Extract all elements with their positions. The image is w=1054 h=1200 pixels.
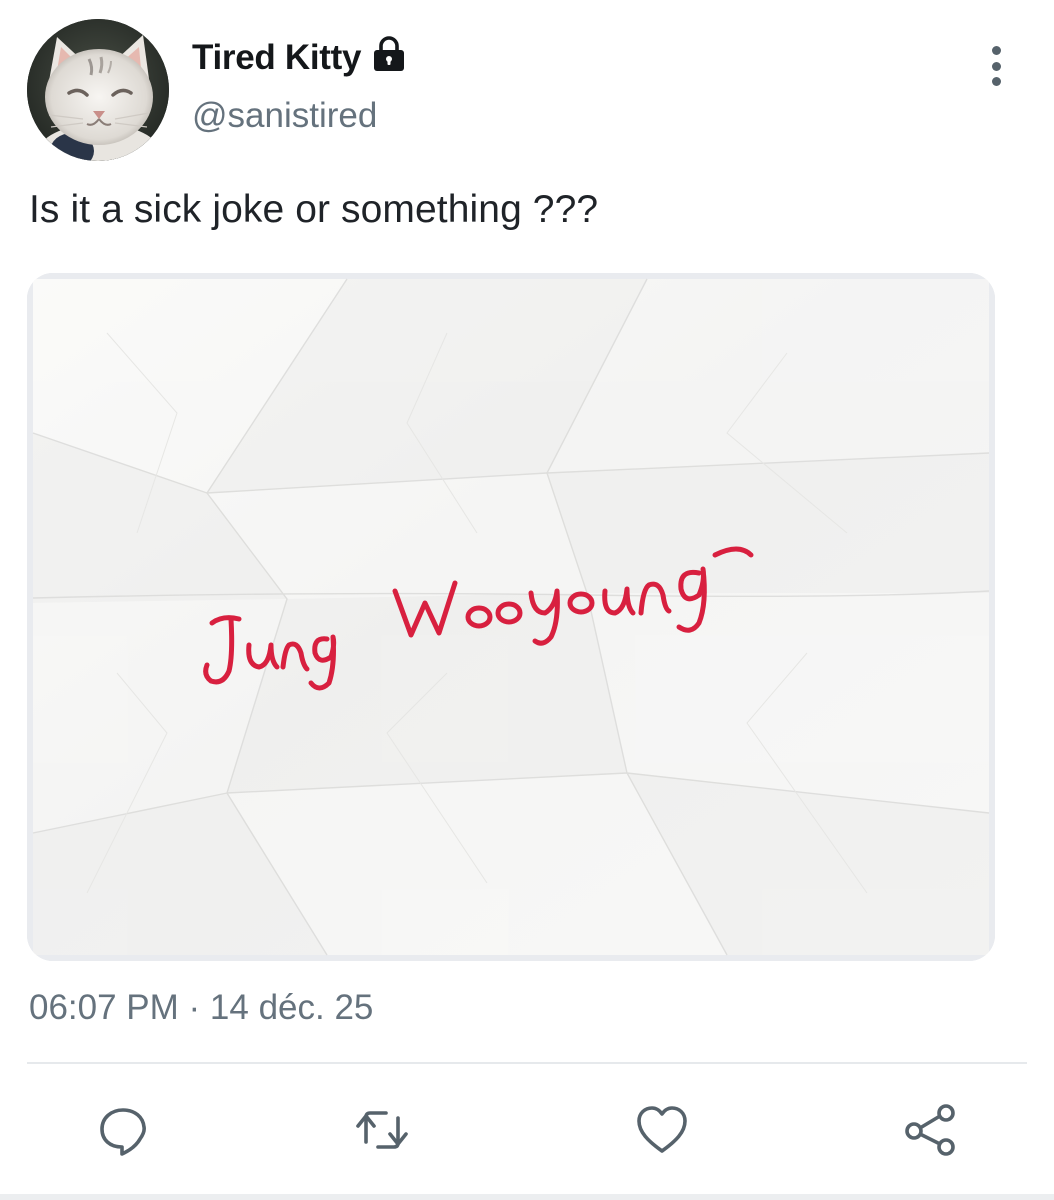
author-handle[interactable]: @sanistired — [192, 96, 377, 136]
author-name-row: Tired Kitty — [192, 34, 407, 82]
display-name[interactable]: Tired Kitty — [192, 38, 361, 78]
tweet-card: Tired Kitty @sanistired Is it a sick jok… — [0, 0, 1054, 1200]
crumpled-paper-image — [27, 273, 995, 961]
retweet-button[interactable] — [352, 1100, 412, 1160]
lock-icon — [371, 35, 407, 77]
cat-avatar-icon — [27, 19, 169, 161]
divider — [27, 1062, 1027, 1064]
tweet-text: Is it a sick joke or something ??? — [29, 188, 599, 231]
bottom-bar — [0, 1194, 1054, 1200]
tweet-timestamp[interactable]: 06:07 PM · 14 déc. 25 — [29, 988, 373, 1028]
like-icon — [637, 1106, 687, 1153]
reply-icon — [100, 1108, 146, 1156]
avatar[interactable] — [27, 19, 169, 161]
more-options-button[interactable] — [976, 42, 1016, 90]
share-icon — [905, 1104, 955, 1156]
more-dot-icon — [991, 46, 1001, 55]
like-button[interactable] — [632, 1100, 692, 1160]
retweet-icon — [356, 1111, 408, 1149]
reply-button[interactable] — [93, 1100, 153, 1160]
tweet-media[interactable] — [27, 273, 995, 961]
more-dot-icon — [991, 61, 1001, 71]
more-dot-icon — [991, 77, 1001, 86]
share-button[interactable] — [900, 1100, 960, 1160]
